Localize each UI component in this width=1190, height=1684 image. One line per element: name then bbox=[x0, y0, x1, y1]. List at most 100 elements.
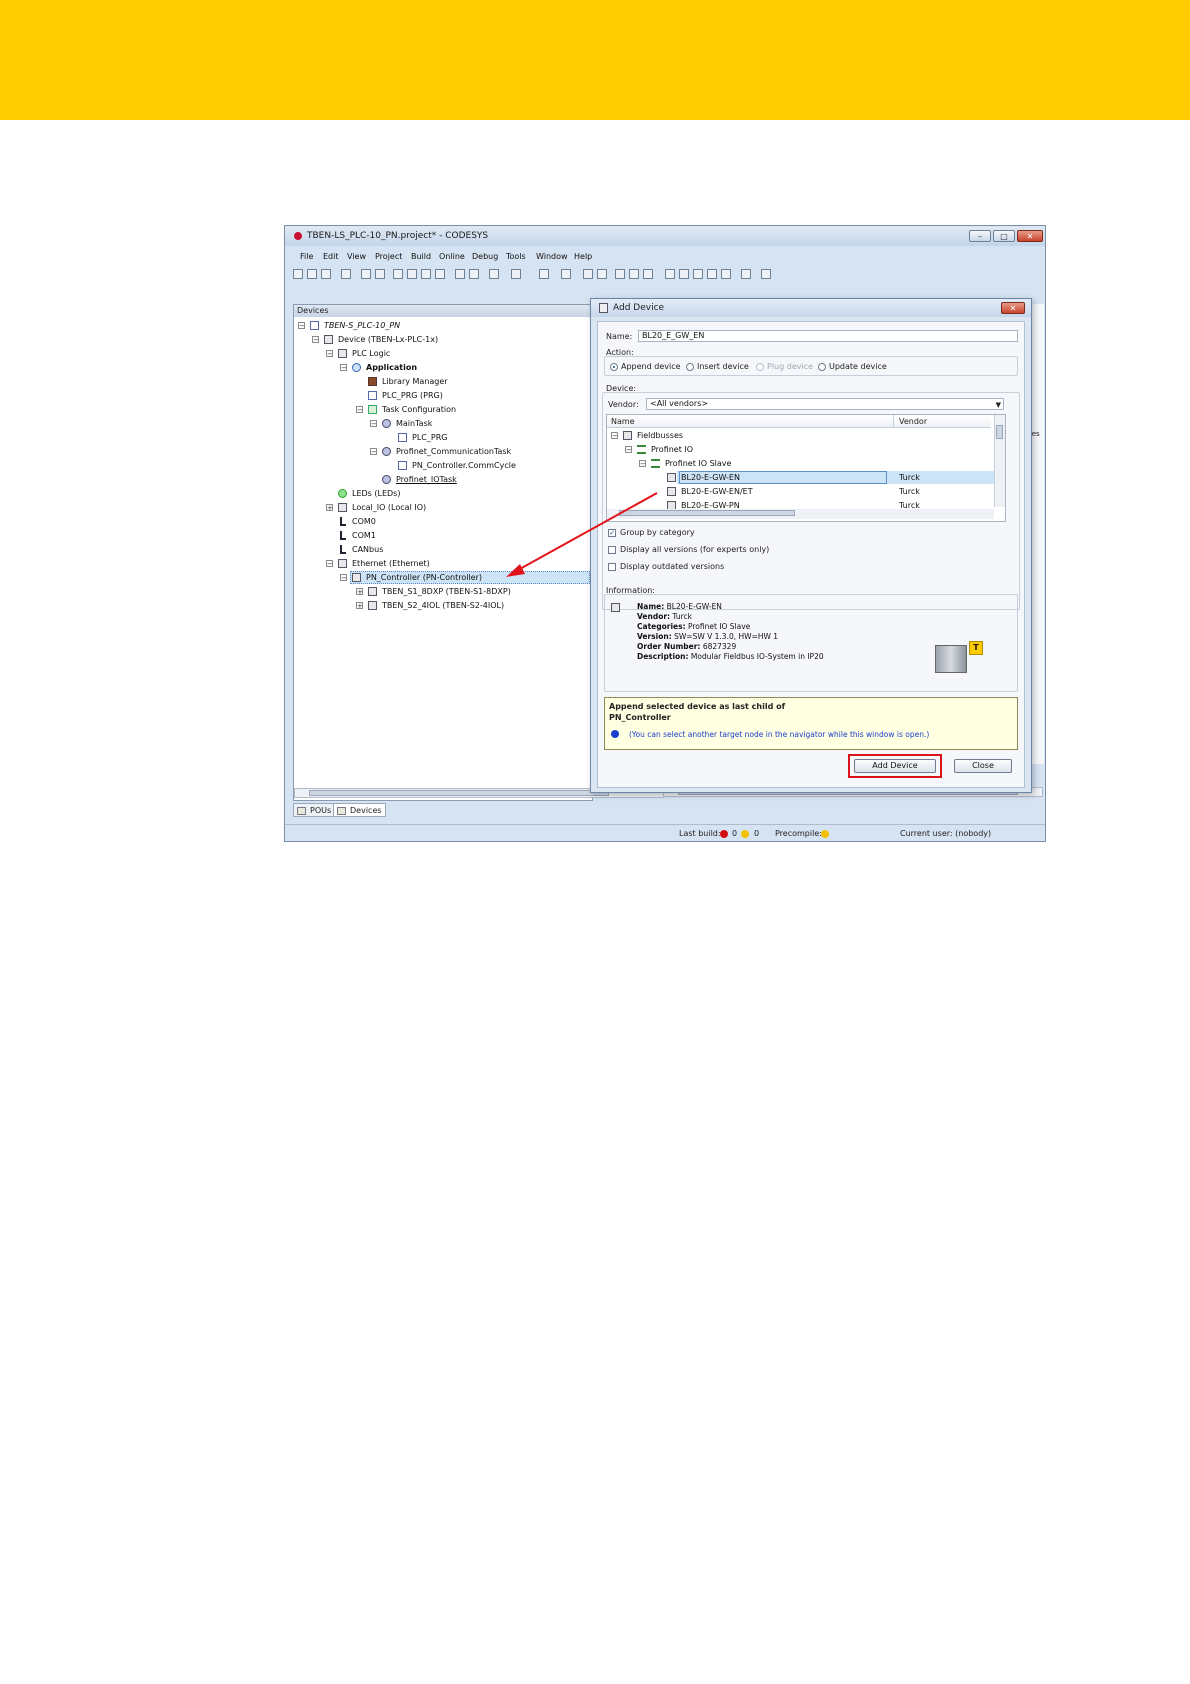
tree-item-local-io[interactable]: Local_IO (Local IO) bbox=[352, 501, 426, 514]
tree-item-device[interactable]: Device (TBEN-Lx-PLC-1x) bbox=[338, 333, 438, 346]
collapse-toggle[interactable]: − bbox=[625, 446, 632, 454]
tree-item-ethernet[interactable]: Ethernet (Ethernet) bbox=[352, 557, 430, 570]
tree-item-project[interactable]: TBEN-S_PLC-10_PN bbox=[324, 319, 400, 332]
device-list-vertical-scrollbar[interactable] bbox=[994, 415, 1005, 507]
scroll-thumb[interactable] bbox=[996, 425, 1003, 439]
close-dialog-button[interactable]: Close bbox=[954, 759, 1012, 773]
minimize-button[interactable]: – bbox=[969, 230, 991, 242]
collapse-toggle[interactable]: − bbox=[340, 364, 347, 372]
tree-item-iotask[interactable]: Profinet_IOTask bbox=[396, 473, 457, 486]
collapse-toggle[interactable]: − bbox=[370, 448, 377, 456]
build-icon[interactable] bbox=[561, 269, 571, 279]
expand-toggle[interactable]: + bbox=[326, 504, 333, 512]
maximize-button[interactable]: □ bbox=[993, 230, 1015, 242]
insert-device-label[interactable]: Insert device bbox=[697, 362, 749, 371]
tree-item-library-manager[interactable]: Library Manager bbox=[382, 375, 448, 388]
display-all-versions-checkbox[interactable] bbox=[608, 546, 616, 554]
display-all-versions-label[interactable]: Display all versions (for experts only) bbox=[620, 545, 769, 554]
tree-item-canbus[interactable]: CANbus bbox=[352, 543, 383, 556]
menu-window[interactable]: Window bbox=[536, 252, 568, 261]
menu-project[interactable]: Project bbox=[375, 252, 402, 261]
cut-icon[interactable] bbox=[393, 269, 403, 279]
open-folder-icon[interactable] bbox=[307, 269, 317, 279]
collapse-toggle[interactable]: − bbox=[370, 420, 377, 428]
tree-item-maintask[interactable]: MainTask bbox=[396, 417, 432, 430]
redo-icon[interactable] bbox=[375, 269, 385, 279]
column-name[interactable]: Name bbox=[611, 417, 635, 426]
new-file-icon[interactable] bbox=[293, 269, 303, 279]
tree-item-plc-prg-call[interactable]: PLC_PRG bbox=[412, 431, 447, 444]
properties-icon[interactable] bbox=[539, 269, 549, 279]
stop-icon[interactable] bbox=[629, 269, 639, 279]
display-outdated-versions-checkbox[interactable] bbox=[608, 563, 616, 571]
tree-item-tben-s1[interactable]: TBEN_S1_8DXP (TBEN-S1-8DXP) bbox=[382, 585, 511, 598]
collapse-toggle[interactable]: − bbox=[326, 560, 333, 568]
menu-tools[interactable]: Tools bbox=[506, 252, 526, 261]
collapse-toggle[interactable]: − bbox=[298, 322, 305, 330]
device-list-horizontal-scrollbar[interactable] bbox=[607, 509, 994, 519]
forward-icon[interactable] bbox=[741, 269, 751, 279]
replace-icon[interactable] bbox=[469, 269, 479, 279]
expand-toggle[interactable]: + bbox=[356, 602, 363, 610]
collapse-toggle[interactable]: − bbox=[611, 432, 618, 440]
step-into-icon[interactable] bbox=[679, 269, 689, 279]
undo-icon[interactable] bbox=[361, 269, 371, 279]
print-icon[interactable] bbox=[341, 269, 351, 279]
tree-item-leds[interactable]: LEDs (LEDs) bbox=[352, 487, 400, 500]
save-icon[interactable] bbox=[321, 269, 331, 279]
collapse-toggle[interactable]: − bbox=[340, 574, 347, 582]
step-over-icon[interactable] bbox=[665, 269, 675, 279]
scroll-thumb[interactable] bbox=[619, 510, 795, 516]
scroll-thumb[interactable] bbox=[309, 790, 609, 796]
tree-item-plc-logic[interactable]: PLC Logic bbox=[352, 347, 390, 360]
group-by-category-checkbox[interactable]: ✓ bbox=[608, 529, 616, 537]
watch-icon[interactable] bbox=[721, 269, 731, 279]
find-icon[interactable] bbox=[455, 269, 465, 279]
login-icon[interactable] bbox=[583, 269, 593, 279]
customize-toolbar-icon[interactable] bbox=[761, 269, 771, 279]
dialog-close-icon[interactable]: ✕ bbox=[1001, 302, 1025, 314]
add-device-button[interactable]: Add Device bbox=[854, 759, 936, 773]
group-by-category-label[interactable]: Group by category bbox=[620, 528, 695, 537]
expand-toggle[interactable]: + bbox=[356, 588, 363, 596]
tree-item-application[interactable]: Application bbox=[366, 361, 417, 374]
menu-help[interactable]: Help bbox=[574, 252, 592, 261]
add-object-icon[interactable] bbox=[511, 269, 521, 279]
list-row-profinet-io[interactable]: Profinet IO bbox=[651, 443, 693, 456]
tree-item-com1[interactable]: COM1 bbox=[352, 529, 376, 542]
copy-icon[interactable] bbox=[407, 269, 417, 279]
name-input[interactable]: BL20_E_GW_EN bbox=[638, 330, 1018, 342]
delete-icon[interactable] bbox=[435, 269, 445, 279]
display-outdated-versions-label[interactable]: Display outdated versions bbox=[620, 562, 724, 571]
radio-append-device[interactable] bbox=[610, 363, 618, 371]
append-device-label[interactable]: Append device bbox=[621, 362, 681, 371]
close-button[interactable]: ✕ bbox=[1017, 230, 1043, 242]
tree-item-commcycle[interactable]: PN_Controller.CommCycle bbox=[412, 459, 516, 472]
menu-build[interactable]: Build bbox=[411, 252, 431, 261]
list-row-bl20-e-gw-en[interactable]: BL20-E-GW-EN bbox=[681, 471, 740, 484]
menu-view[interactable]: View bbox=[347, 252, 366, 261]
collapse-toggle[interactable]: − bbox=[312, 336, 319, 344]
tree-item-task-configuration[interactable]: Task Configuration bbox=[382, 403, 456, 416]
tree-item-tben-s2[interactable]: TBEN_S2_4IOL (TBEN-S2-4IOL) bbox=[382, 599, 504, 612]
collapse-toggle[interactable]: − bbox=[326, 350, 333, 358]
list-row-bl20-e-gw-en-et[interactable]: BL20-E-GW-EN/ET bbox=[681, 485, 753, 498]
menu-edit[interactable]: Edit bbox=[323, 252, 339, 261]
tree-item-com0[interactable]: COM0 bbox=[352, 515, 376, 528]
start-icon[interactable] bbox=[615, 269, 625, 279]
menu-file[interactable]: File bbox=[300, 252, 313, 261]
list-row-profinet-io-slave[interactable]: Profinet IO Slave bbox=[665, 457, 731, 470]
update-device-label[interactable]: Update device bbox=[829, 362, 887, 371]
collapse-toggle[interactable]: − bbox=[639, 460, 646, 468]
tree-item-communication-task[interactable]: Profinet_CommunicationTask bbox=[396, 445, 511, 458]
logout-icon[interactable] bbox=[597, 269, 607, 279]
tree-item-pn-controller[interactable]: PN_Controller (PN-Controller) bbox=[366, 571, 482, 584]
menu-online[interactable]: Online bbox=[439, 252, 465, 261]
menu-debug[interactable]: Debug bbox=[472, 252, 498, 261]
tab-devices[interactable]: Devices bbox=[333, 803, 386, 817]
radio-insert-device[interactable] bbox=[686, 363, 694, 371]
tab-pous[interactable]: POUs bbox=[293, 803, 336, 817]
breakpoint-icon[interactable] bbox=[707, 269, 717, 279]
list-row-fieldbusses[interactable]: Fieldbusses bbox=[637, 429, 683, 442]
tree-item-plc-prg[interactable]: PLC_PRG (PRG) bbox=[382, 389, 443, 402]
